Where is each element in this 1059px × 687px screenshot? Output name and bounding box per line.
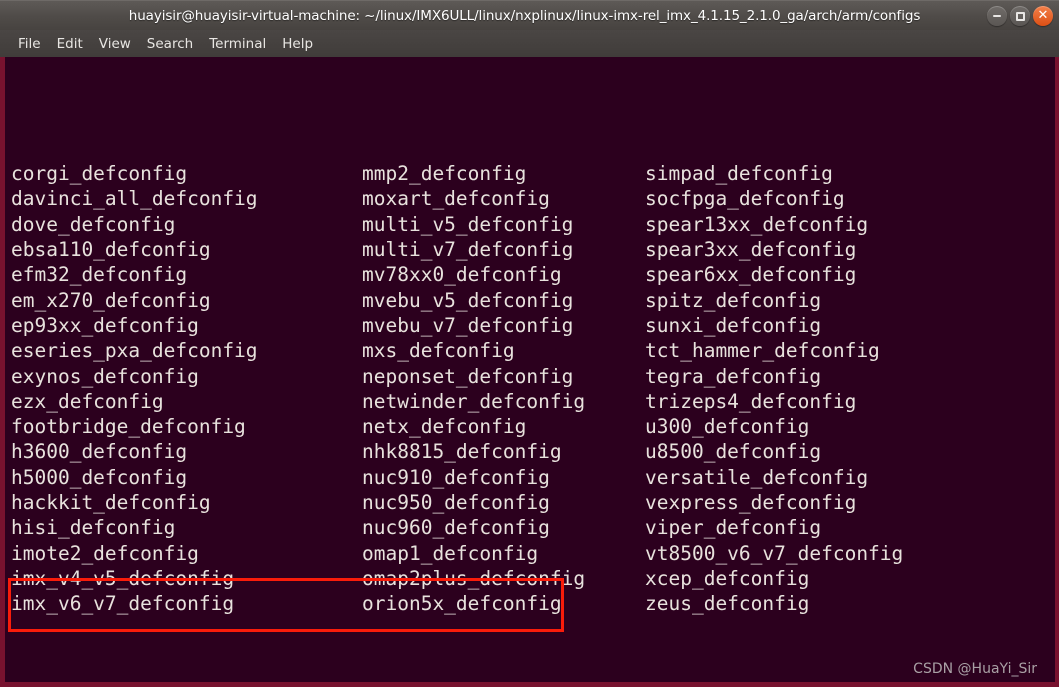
- menu-item-edit[interactable]: Edit: [49, 33, 91, 55]
- listing-row: imx_v4_v5_defconfig omap2plus_defconfig xc…: [11, 566, 1055, 591]
- defconfig-entry: efm32_defconfig: [11, 263, 188, 287]
- listing-row: ep93xx_defconfig mvebu_v7_defconfig sunxi_…: [11, 313, 1055, 338]
- maximize-button[interactable]: [1010, 6, 1030, 26]
- terminal-output: corgi_defconfig mmp2_defconfig simpad_defc…: [8, 60, 1055, 687]
- defconfig-entry: spear6xx_defconfig: [645, 263, 857, 287]
- defconfig-entry: mv78xx0_defconfig: [362, 263, 562, 287]
- listing-row: ebsa110_defconfig multi_v7_defconfig spear…: [11, 237, 1055, 262]
- defconfig-entry: versatile_defconfig: [645, 465, 869, 489]
- listing-row: hisi_defconfig nuc960_defconfig viper_defc…: [11, 515, 1055, 540]
- defconfig-entry: hisi_defconfig: [11, 516, 176, 540]
- watermark: CSDN @HuaYi_Sir: [913, 661, 1037, 677]
- defconfig-entry: ezx_defconfig: [11, 389, 164, 413]
- listing-row: corgi_defconfig mmp2_defconfig simpad_defc…: [11, 161, 1055, 186]
- defconfig-entry: orion5x_defconfig: [362, 592, 562, 616]
- defconfig-listing: corgi_defconfig mmp2_defconfig simpad_defc…: [11, 161, 1055, 616]
- defconfig-entry: spitz_defconfig: [645, 288, 822, 312]
- minimize-button[interactable]: [987, 6, 1007, 26]
- defconfig-entry: em_x270_defconfig: [11, 288, 211, 312]
- defconfig-entry: netwinder_defconfig: [362, 389, 586, 413]
- defconfig-entry: omap1_defconfig: [362, 541, 539, 565]
- minimize-icon: [993, 15, 1001, 17]
- menu-item-file[interactable]: File: [10, 33, 49, 55]
- defconfig-entry: omap2plus_defconfig: [362, 566, 586, 590]
- defconfig-entry: exynos_defconfig: [11, 364, 199, 388]
- defconfig-entry: h5000_defconfig: [11, 465, 188, 489]
- listing-row: imx_v6_v7_defconfig orion5x_defconfig zeus…: [11, 591, 1055, 616]
- listing-row: h5000_defconfig nuc910_defconfig versatile…: [11, 465, 1055, 490]
- defconfig-entry: imote2_defconfig: [11, 541, 199, 565]
- menu-item-view[interactable]: View: [91, 33, 139, 55]
- listing-row: davinci_all_defconfig moxart_defconfig soc…: [11, 186, 1055, 211]
- defconfig-entry: spear13xx_defconfig: [645, 212, 869, 236]
- defconfig-entry: eseries_pxa_defconfig: [11, 339, 258, 363]
- listing-row: h3600_defconfig nhk8815_defconfig u8500_de…: [11, 439, 1055, 464]
- defconfig-entry: imx_v4_v5_defconfig: [11, 566, 235, 590]
- defconfig-entry: nuc910_defconfig: [362, 465, 550, 489]
- defconfig-entry: nuc960_defconfig: [362, 516, 550, 540]
- defconfig-entry: vt8500_v6_v7_defconfig: [645, 541, 904, 565]
- listing-row: imote2_defconfig omap1_defconfig vt8500_v6…: [11, 541, 1055, 566]
- defconfig-entry: spear3xx_defconfig: [645, 238, 857, 262]
- defconfig-entry: viper_defconfig: [645, 516, 822, 540]
- defconfig-entry: mxs_defconfig: [362, 339, 515, 363]
- defconfig-entry: trizeps4_defconfig: [645, 389, 857, 413]
- listing-row: dove_defconfig multi_v5_defconfig spear13x…: [11, 212, 1055, 237]
- window-bottom-border: [0, 682, 1059, 687]
- terminal-window: huayisir@huayisir-virtual-machine: ~/lin…: [0, 0, 1059, 687]
- listing-row: eseries_pxa_defconfig mxs_defconfig tct_ha…: [11, 338, 1055, 363]
- listing-row: efm32_defconfig mv78xx0_defconfig spear6xx…: [11, 262, 1055, 287]
- defconfig-entry: xcep_defconfig: [645, 566, 810, 590]
- defconfig-entry: u8500_defconfig: [645, 440, 822, 464]
- terminal-screen[interactable]: corgi_defconfig mmp2_defconfig simpad_defc…: [0, 57, 1059, 687]
- defconfig-entry: multi_v5_defconfig: [362, 212, 574, 236]
- window-titlebar[interactable]: huayisir@huayisir-virtual-machine: ~/lin…: [0, 0, 1059, 30]
- menu-item-search[interactable]: Search: [139, 33, 201, 55]
- defconfig-entry: h3600_defconfig: [11, 440, 188, 464]
- defconfig-entry: hackkit_defconfig: [11, 491, 211, 515]
- defconfig-entry: socfpga_defconfig: [645, 187, 845, 211]
- listing-row: exynos_defconfig neponset_defconfig tegra_…: [11, 364, 1055, 389]
- defconfig-entry: tct_hammer_defconfig: [645, 339, 880, 363]
- defconfig-entry: davinci_all_defconfig: [11, 187, 258, 211]
- close-button[interactable]: ✕: [1033, 6, 1053, 26]
- defconfig-entry: simpad_defconfig: [645, 162, 833, 186]
- defconfig-entry: vexpress_defconfig: [645, 491, 857, 515]
- maximize-icon: [1015, 11, 1025, 21]
- defconfig-entry: neponset_defconfig: [362, 364, 574, 388]
- defconfig-entry: mvebu_v7_defconfig: [362, 313, 574, 337]
- defconfig-entry: u300_defconfig: [645, 415, 810, 439]
- defconfig-entry: moxart_defconfig: [362, 187, 550, 211]
- defconfig-entry: footbridge_defconfig: [11, 415, 246, 439]
- listing-row: em_x270_defconfig mvebu_v5_defconfig spitz…: [11, 288, 1055, 313]
- listing-row: hackkit_defconfig nuc950_defconfig vexpres…: [11, 490, 1055, 515]
- defconfig-entry: sunxi_defconfig: [645, 313, 822, 337]
- defconfig-entry: dove_defconfig: [11, 212, 176, 236]
- window-title: huayisir@huayisir-virtual-machine: ~/lin…: [128, 7, 921, 24]
- menu-item-terminal[interactable]: Terminal: [201, 33, 274, 55]
- defconfig-entry: mmp2_defconfig: [362, 162, 527, 186]
- defconfig-entry: ep93xx_defconfig: [11, 313, 199, 337]
- menubar: File Edit View Search Terminal Help: [0, 30, 1059, 57]
- listing-row: footbridge_defconfig netx_defconfig u300_d…: [11, 414, 1055, 439]
- defconfig-entry: nuc950_defconfig: [362, 491, 550, 515]
- defconfig-entry: ebsa110_defconfig: [11, 238, 211, 262]
- window-controls: ✕: [987, 1, 1053, 31]
- defconfig-entry: tegra_defconfig: [645, 364, 822, 388]
- defconfig-entry: netx_defconfig: [362, 415, 527, 439]
- defconfig-entry: corgi_defconfig: [11, 162, 188, 186]
- listing-row: ezx_defconfig netwinder_defconfig trizeps4…: [11, 389, 1055, 414]
- defconfig-entry: mvebu_v5_defconfig: [362, 288, 574, 312]
- defconfig-entry: zeus_defconfig: [645, 592, 810, 616]
- close-icon: ✕: [1037, 8, 1049, 23]
- defconfig-entry: imx_v6_v7_defconfig: [11, 592, 235, 616]
- defconfig-entry: nhk8815_defconfig: [362, 440, 562, 464]
- menu-item-help[interactable]: Help: [274, 33, 321, 55]
- defconfig-entry: multi_v7_defconfig: [362, 238, 574, 262]
